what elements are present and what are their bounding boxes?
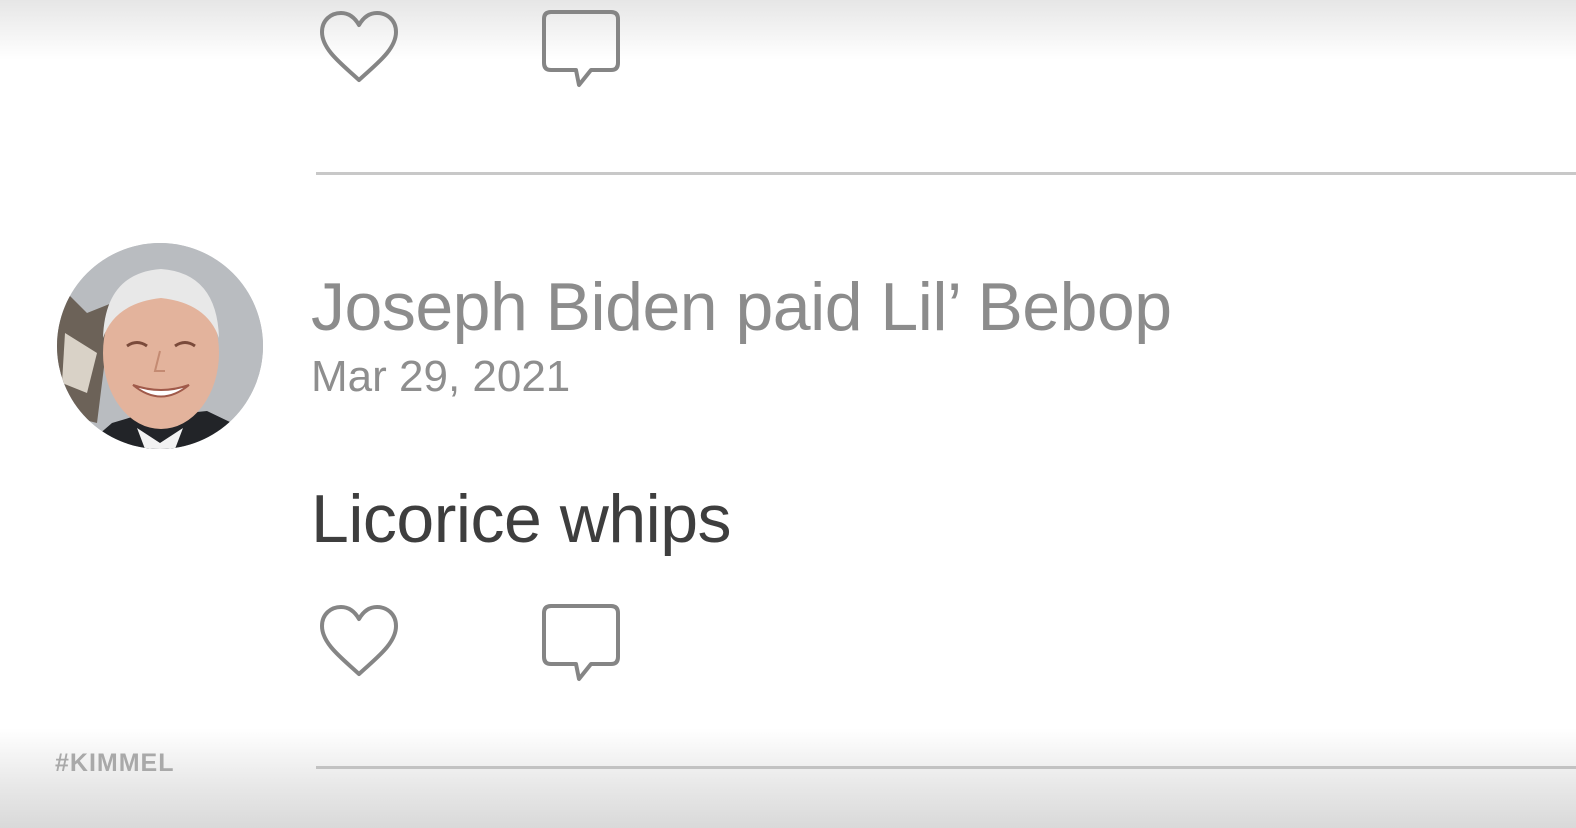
post-message: Licorice whips	[311, 481, 732, 557]
heart-icon[interactable]	[318, 604, 400, 678]
comment-icon[interactable]	[541, 603, 621, 683]
avatar[interactable]	[57, 243, 263, 449]
post-author[interactable]: Joseph Biden paid Lil’ Bebop	[311, 268, 1172, 346]
watermark: #KIMMEL	[55, 749, 175, 777]
post-divider	[316, 172, 1576, 175]
bottom-fade	[0, 728, 1576, 828]
post-date: Mar 29, 2021	[311, 352, 571, 401]
heart-icon[interactable]	[318, 10, 400, 84]
top-fade	[0, 0, 1576, 60]
post-divider	[316, 766, 1576, 769]
comment-icon[interactable]	[541, 9, 621, 89]
